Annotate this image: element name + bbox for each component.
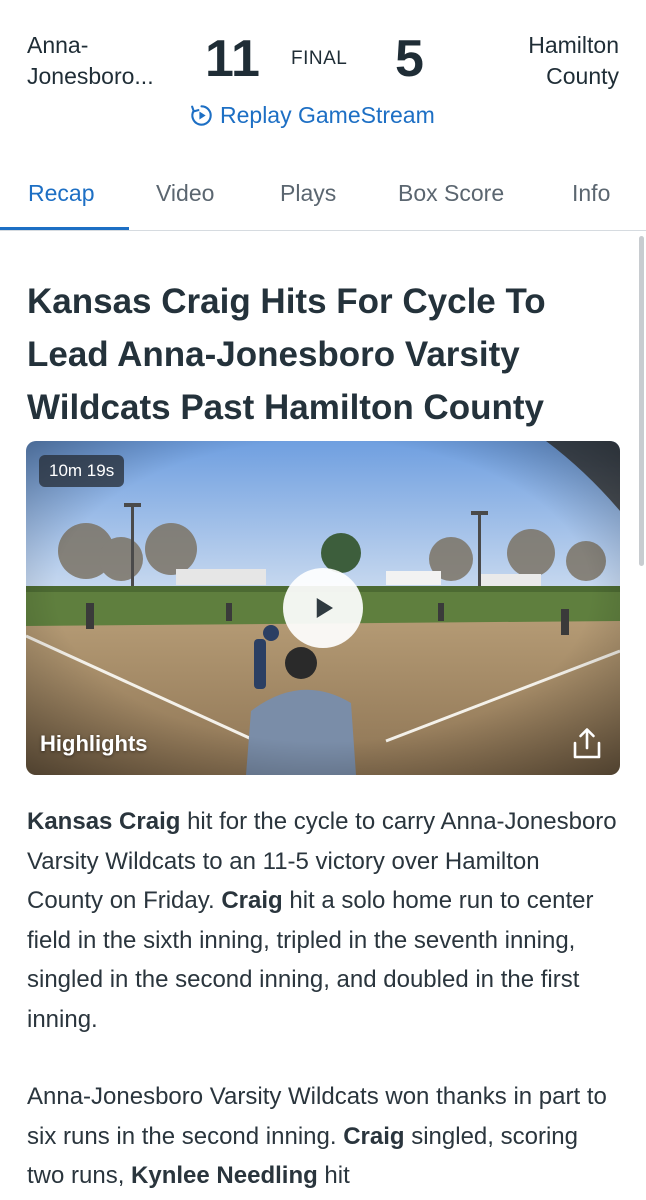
video-title: Highlights xyxy=(40,731,148,756)
home-team-name-line2: Jonesboro... xyxy=(27,63,154,89)
home-team-name[interactable]: Anna- Jonesboro... xyxy=(27,30,187,92)
active-tab-indicator xyxy=(0,227,129,230)
player-name: Craig xyxy=(221,887,283,914)
play-button[interactable] xyxy=(283,568,363,648)
score-header: Anna- Jonesboro... 11 FINAL 5 Hamilton C… xyxy=(0,0,646,160)
home-score: 11 xyxy=(205,30,260,88)
tab-recap[interactable]: Recap xyxy=(28,180,94,207)
share-icon[interactable] xyxy=(568,725,606,763)
home-team-name-line1: Anna- xyxy=(27,32,89,58)
away-team-name-line2: County xyxy=(546,63,619,89)
away-team-name-line1: Hamilton xyxy=(528,32,619,58)
replay-icon xyxy=(191,104,212,126)
player-name: Craig xyxy=(343,1122,405,1150)
away-team-name[interactable]: Hamilton County xyxy=(459,30,619,92)
away-score: 5 xyxy=(395,30,424,88)
replay-label: Replay GameStream xyxy=(220,101,435,128)
game-status: FINAL xyxy=(291,48,348,69)
play-icon xyxy=(316,598,333,618)
tab-box-score[interactable]: Box Score xyxy=(398,180,504,207)
replay-gamestream-link[interactable]: Replay GameStream xyxy=(189,100,435,130)
article-paragraph-2: Anna-Jonesboro Varsity Wildcats won than… xyxy=(27,1077,617,1196)
highlights-video[interactable]: 10m 19s Highlights xyxy=(26,441,620,775)
game-tabs: Recap Video Plays Box Score Info xyxy=(0,160,646,231)
tab-info[interactable]: Info xyxy=(572,180,610,207)
scrollbar-thumb[interactable] xyxy=(639,236,644,566)
paragraph-text: hit xyxy=(317,1162,350,1189)
player-name: Kansas Craig xyxy=(27,808,181,835)
article-headline: Kansas Craig Hits For Cycle To Lead Anna… xyxy=(27,282,546,427)
video-duration-badge: 10m 19s xyxy=(39,455,125,487)
tab-video[interactable]: Video xyxy=(156,180,214,207)
article-paragraph-1: Kansas Craig hit for the cycle to carry … xyxy=(27,802,617,1039)
player-name: Kynlee Needling xyxy=(131,1162,318,1189)
tab-plays[interactable]: Plays xyxy=(280,180,336,207)
